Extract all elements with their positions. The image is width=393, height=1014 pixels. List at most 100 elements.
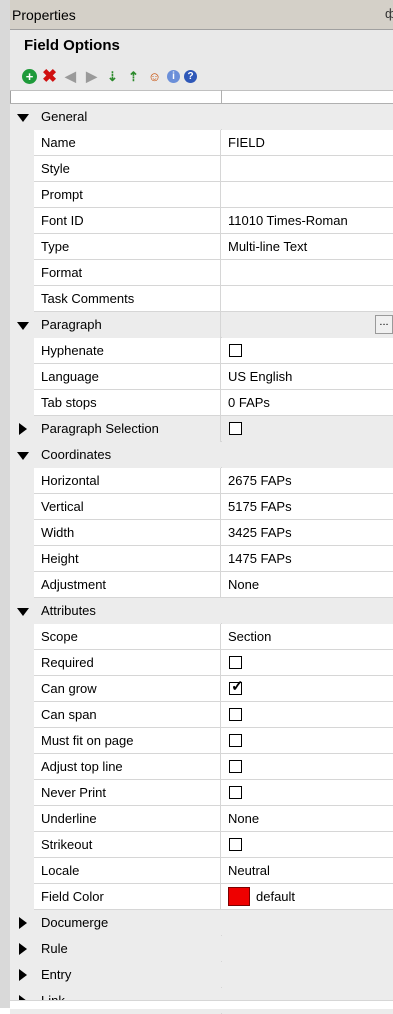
checkbox-hyphenate[interactable] bbox=[229, 344, 242, 357]
property-value-horizontal[interactable]: 2675 FAPs bbox=[222, 468, 393, 494]
property-row-font-id[interactable]: Font ID 11010 Times-Roman bbox=[10, 208, 393, 234]
property-row-adjust-top-line[interactable]: Adjust top line bbox=[10, 754, 393, 780]
collapse-arrow-icon[interactable] bbox=[17, 322, 29, 330]
panel-titlebar[interactable]: Properties ф bbox=[10, 0, 393, 30]
category-value-entry[interactable] bbox=[222, 962, 393, 988]
property-value-language[interactable]: US English bbox=[222, 364, 393, 390]
checkbox-never-print[interactable] bbox=[229, 786, 242, 799]
property-row-must-fit-on-page[interactable]: Must fit on page bbox=[10, 728, 393, 754]
category-value-coordinates[interactable] bbox=[222, 442, 393, 468]
category-entry[interactable]: Entry bbox=[10, 962, 393, 988]
property-value-required[interactable] bbox=[222, 650, 393, 676]
checkbox-must-fit-on-page[interactable] bbox=[229, 734, 242, 747]
user-icon[interactable]: ☺ bbox=[146, 68, 163, 85]
collapse-arrow-icon[interactable] bbox=[17, 114, 29, 122]
property-row-width[interactable]: Width 3425 FAPs bbox=[10, 520, 393, 546]
property-value-format[interactable] bbox=[222, 260, 393, 286]
property-value-adjustment[interactable]: None bbox=[222, 572, 393, 598]
property-value-task-comments[interactable] bbox=[222, 286, 393, 312]
property-value-height[interactable]: 1475 FAPs bbox=[222, 546, 393, 572]
property-row-style[interactable]: Style bbox=[10, 156, 393, 182]
property-row-type[interactable]: Type Multi-line Text bbox=[10, 234, 393, 260]
collapse-arrow-icon[interactable] bbox=[17, 608, 29, 616]
property-value-style[interactable] bbox=[222, 156, 393, 182]
property-row-prompt[interactable]: Prompt bbox=[10, 182, 393, 208]
expand-arrow-icon[interactable] bbox=[19, 943, 27, 955]
property-value-underline[interactable]: None bbox=[222, 806, 393, 832]
move-up-icon[interactable]: ⇡ bbox=[125, 68, 142, 85]
property-row-locale[interactable]: Locale Neutral bbox=[10, 858, 393, 884]
property-row-language[interactable]: Language US English bbox=[10, 364, 393, 390]
category-paragraph-selection[interactable]: Paragraph Selection bbox=[10, 416, 393, 442]
previous-icon[interactable]: ◀ bbox=[62, 68, 79, 85]
color-swatch[interactable] bbox=[228, 886, 250, 906]
property-row-can-grow[interactable]: Can grow ✓ bbox=[10, 676, 393, 702]
add-icon[interactable]: + bbox=[22, 68, 37, 84]
property-row-scope[interactable]: Scope Section bbox=[10, 624, 393, 650]
category-value-paragraph[interactable]: ... bbox=[222, 312, 393, 338]
property-row-tab-stops[interactable]: Tab stops 0 FAPs bbox=[10, 390, 393, 416]
property-row-required[interactable]: Required bbox=[10, 650, 393, 676]
checkbox-paragraph-selection[interactable] bbox=[229, 422, 242, 435]
property-value-scope[interactable]: Section bbox=[222, 624, 393, 650]
category-documerge[interactable]: Documerge bbox=[10, 910, 393, 936]
collapse-arrow-icon[interactable] bbox=[17, 452, 29, 460]
property-value-vertical[interactable]: 5175 FAPs bbox=[222, 494, 393, 520]
property-value-tab-stops[interactable]: 0 FAPs bbox=[222, 390, 393, 416]
category-value-documerge[interactable] bbox=[222, 910, 393, 936]
property-value-can-grow[interactable]: ✓ bbox=[222, 676, 393, 702]
property-value-can-span[interactable] bbox=[222, 702, 393, 728]
checkbox-adjust-top-line[interactable] bbox=[229, 760, 242, 773]
property-row-height[interactable]: Height 1475 FAPs bbox=[10, 546, 393, 572]
property-value-locale[interactable]: Neutral bbox=[222, 858, 393, 884]
property-value-adjust-top-line[interactable] bbox=[222, 754, 393, 780]
property-row-task-comments[interactable]: Task Comments bbox=[10, 286, 393, 312]
ellipsis-button[interactable]: ... bbox=[375, 315, 393, 334]
property-value-strikeout[interactable] bbox=[222, 832, 393, 858]
property-row-strikeout[interactable]: Strikeout bbox=[10, 832, 393, 858]
property-row-underline[interactable]: Underline None bbox=[10, 806, 393, 832]
property-row-adjustment[interactable]: Adjustment None bbox=[10, 572, 393, 598]
property-value-must-fit-on-page[interactable] bbox=[222, 728, 393, 754]
expand-arrow-icon[interactable] bbox=[19, 423, 27, 435]
column-splitter[interactable] bbox=[221, 90, 222, 103]
delete-icon[interactable]: ✖ bbox=[41, 67, 58, 85]
property-row-name[interactable]: Name FIELD bbox=[10, 130, 393, 156]
category-attributes[interactable]: Attributes bbox=[10, 598, 393, 624]
property-value-prompt[interactable] bbox=[222, 182, 393, 208]
category-value-paragraph-selection[interactable] bbox=[222, 416, 393, 442]
property-value-font-id[interactable]: 11010 Times-Roman bbox=[222, 208, 393, 234]
property-row-vertical[interactable]: Vertical 5175 FAPs bbox=[10, 494, 393, 520]
property-row-field-color[interactable]: Field Color default bbox=[10, 884, 393, 910]
property-value-hyphenate[interactable] bbox=[222, 338, 393, 364]
property-value-never-print[interactable] bbox=[222, 780, 393, 806]
property-row-can-span[interactable]: Can span bbox=[10, 702, 393, 728]
checkbox-can-grow[interactable]: ✓ bbox=[229, 679, 244, 695]
row-gutter bbox=[10, 468, 34, 494]
property-value-field-color[interactable]: default bbox=[222, 884, 393, 910]
help-icon[interactable]: ? bbox=[184, 69, 197, 83]
checkbox-required[interactable] bbox=[229, 656, 242, 669]
expand-arrow-icon[interactable] bbox=[19, 917, 27, 929]
category-coordinates[interactable]: Coordinates bbox=[10, 442, 393, 468]
property-value-name[interactable]: FIELD bbox=[222, 130, 393, 156]
category-paragraph[interactable]: Paragraph... bbox=[10, 312, 393, 338]
property-row-format[interactable]: Format bbox=[10, 260, 393, 286]
property-value-width[interactable]: 3425 FAPs bbox=[222, 520, 393, 546]
category-rule[interactable]: Rule bbox=[10, 936, 393, 962]
expand-arrow-icon[interactable] bbox=[19, 969, 27, 981]
category-value-attributes[interactable] bbox=[222, 598, 393, 624]
info-icon[interactable]: i bbox=[167, 69, 180, 83]
move-down-icon[interactable]: ⇣ bbox=[104, 68, 121, 85]
category-general[interactable]: General bbox=[10, 104, 393, 130]
property-value-type[interactable]: Multi-line Text bbox=[222, 234, 393, 260]
pin-icon[interactable]: ф bbox=[385, 6, 393, 21]
property-row-horizontal[interactable]: Horizontal 2675 FAPs bbox=[10, 468, 393, 494]
next-icon[interactable]: ▶ bbox=[83, 68, 100, 85]
checkbox-can-span[interactable] bbox=[229, 708, 242, 721]
property-row-hyphenate[interactable]: Hyphenate bbox=[10, 338, 393, 364]
property-row-never-print[interactable]: Never Print bbox=[10, 780, 393, 806]
category-value-rule[interactable] bbox=[222, 936, 393, 962]
category-value-general[interactable] bbox=[222, 104, 393, 130]
checkbox-strikeout[interactable] bbox=[229, 838, 242, 851]
